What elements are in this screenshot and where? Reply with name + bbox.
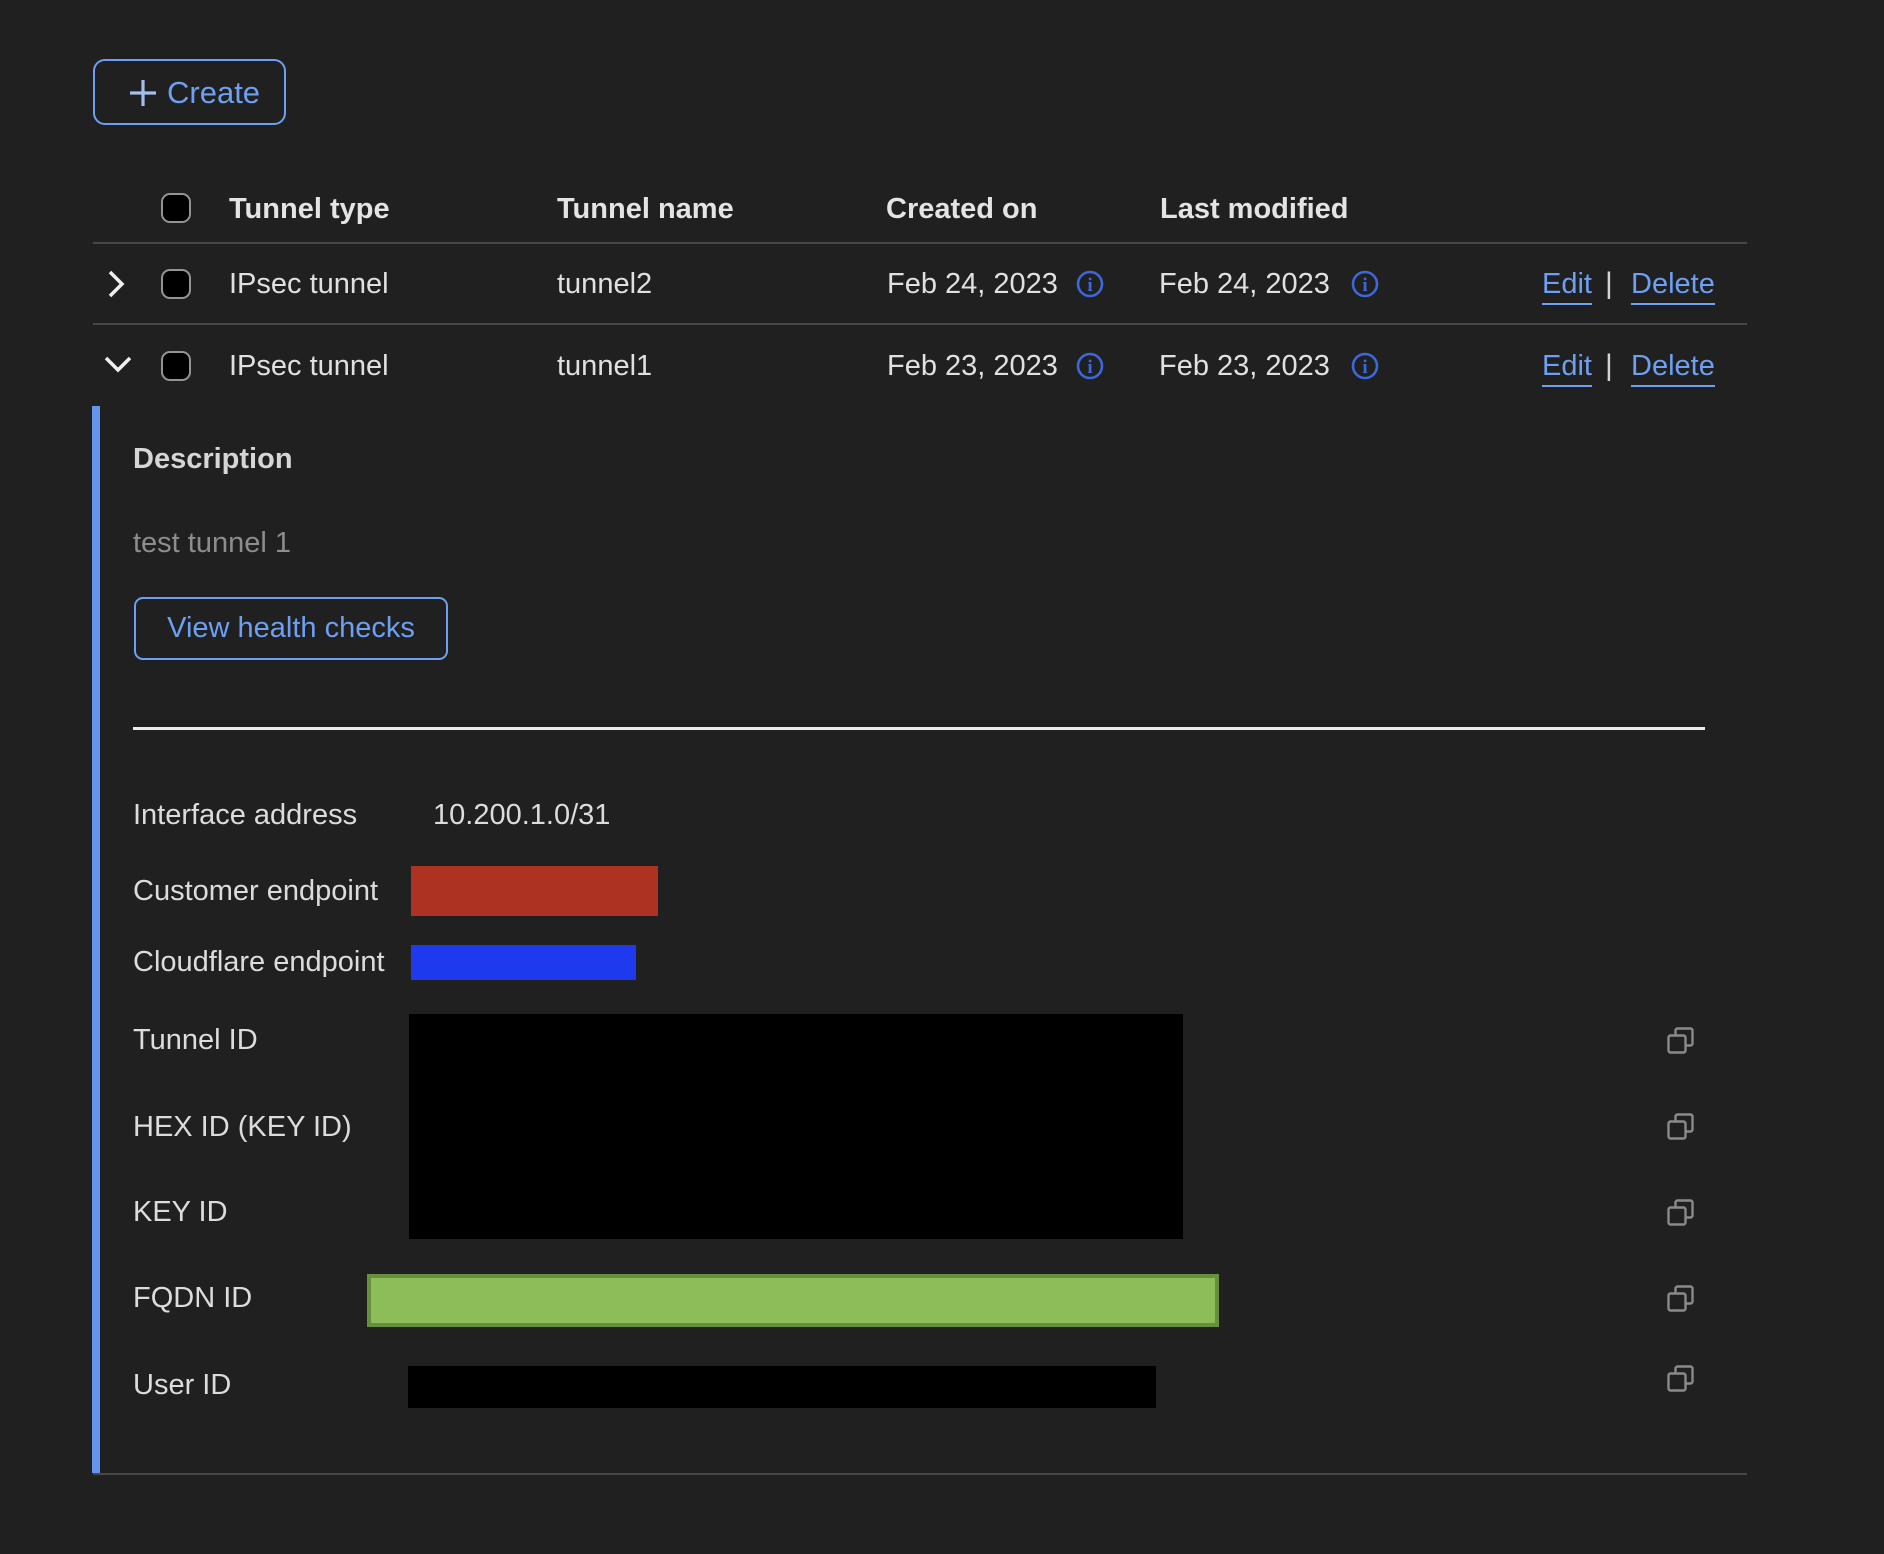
svg-text:i: i <box>1087 275 1092 296</box>
svg-text:i: i <box>1362 357 1367 378</box>
svg-text:i: i <box>1362 275 1367 296</box>
svg-text:i: i <box>1087 357 1092 378</box>
